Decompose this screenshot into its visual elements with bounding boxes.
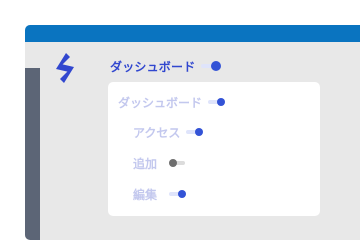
menu-item-label: 編集: [133, 187, 158, 202]
menu-item-toggle[interactable]: [186, 128, 204, 136]
toggle-knob: [211, 61, 222, 71]
app-window: ダッシュボード ダッシュボード アクセス 追加 編集: [25, 25, 360, 240]
brand-logo-icon: [56, 53, 74, 83]
menu-panel: ダッシュボード アクセス 追加 編集: [108, 82, 320, 216]
toggle-knob: [217, 98, 226, 106]
header-toggle[interactable]: [201, 61, 222, 71]
menu-item-dashboard[interactable]: ダッシュボード: [118, 94, 226, 110]
menu-item-toggle[interactable]: [169, 159, 187, 167]
menu-item-label: ダッシュボード: [118, 95, 203, 110]
menu-item-label: アクセス: [133, 125, 181, 140]
sidebar: [25, 68, 40, 240]
menu-item-label: 追加: [133, 156, 158, 171]
toggle-knob: [169, 159, 178, 167]
menu-item-toggle[interactable]: [169, 190, 187, 198]
toggle-knob: [195, 128, 204, 136]
menu-item-toggle[interactable]: [208, 98, 226, 106]
menu-item-access[interactable]: アクセス: [133, 124, 204, 140]
header-title-row[interactable]: ダッシュボード: [110, 58, 222, 74]
toggle-knob: [178, 190, 187, 198]
top-bar: [25, 25, 360, 42]
page-title: ダッシュボード: [110, 59, 196, 74]
menu-item-edit[interactable]: 編集: [133, 186, 187, 202]
menu-item-add[interactable]: 追加: [133, 155, 187, 171]
